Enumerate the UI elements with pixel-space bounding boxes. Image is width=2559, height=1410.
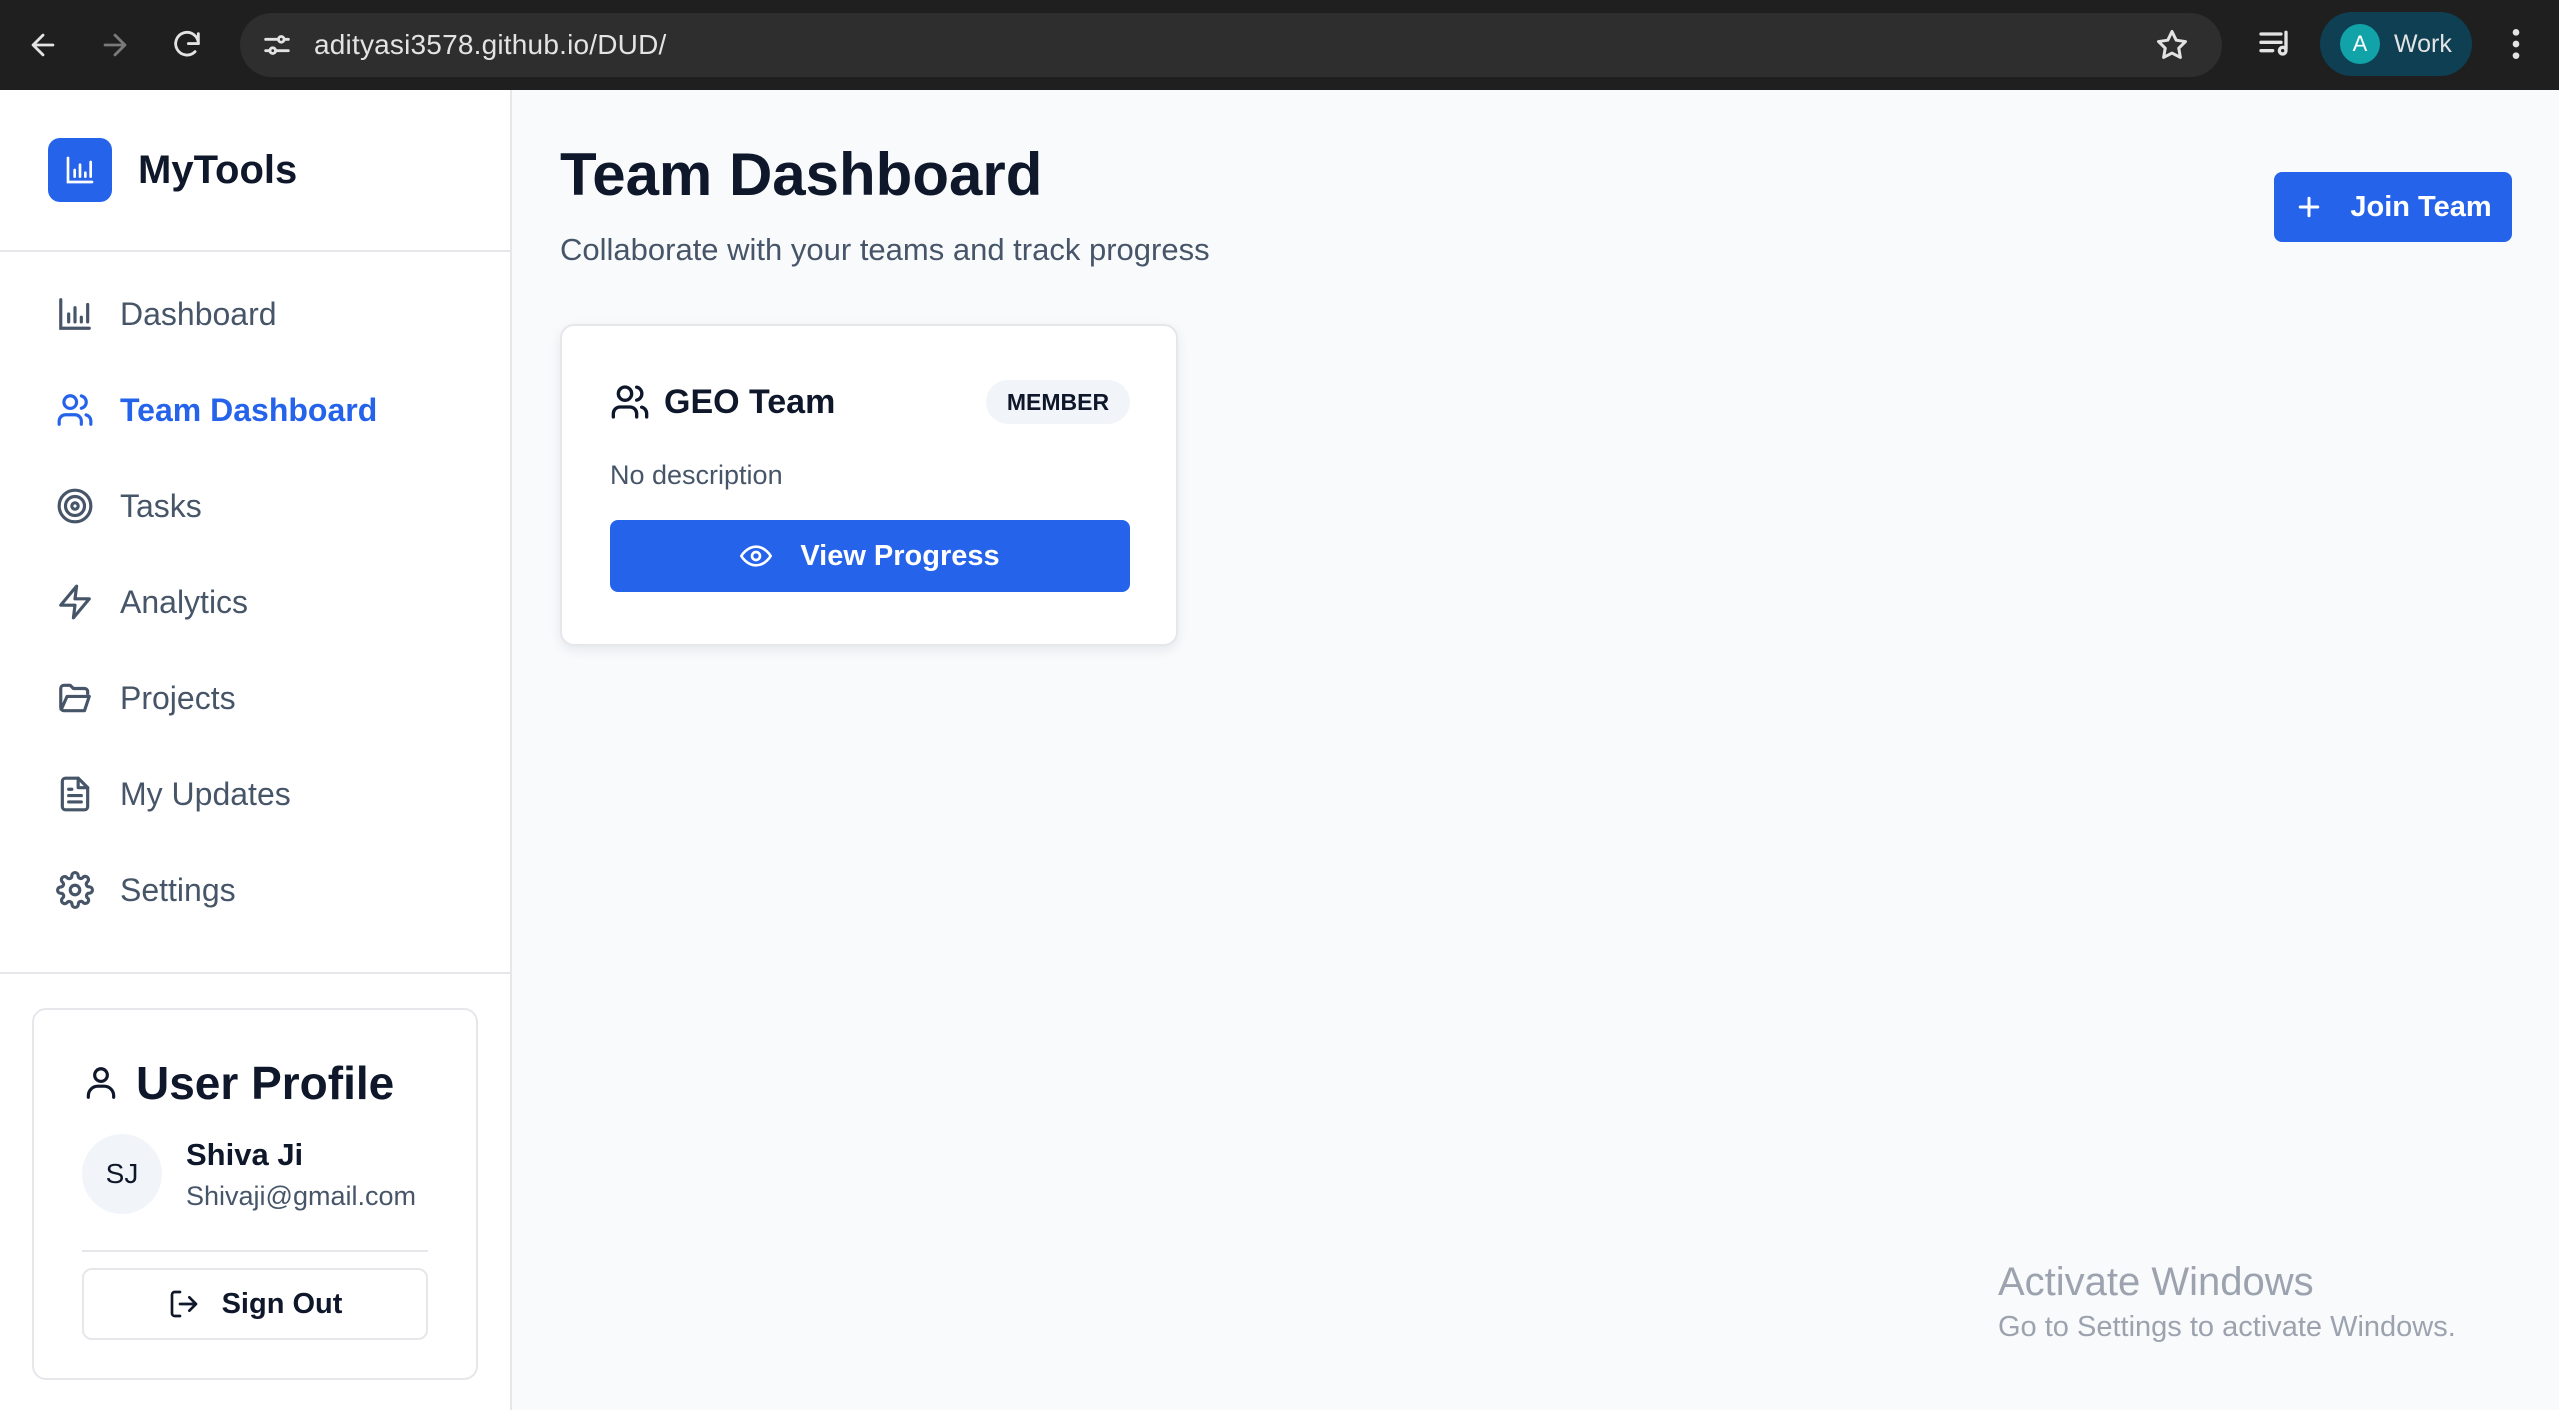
sidebar-item-label: Tasks	[120, 487, 202, 524]
zap-icon	[59, 584, 91, 620]
sidebar-item-label: Projects	[120, 679, 236, 716]
sidebar-item-analytics[interactable]: Analytics	[0, 554, 510, 650]
watermark-subtitle: Go to Settings to activate Windows.	[1998, 1311, 2456, 1343]
sidebar-item-team-dashboard[interactable]: Team Dashboard	[0, 362, 510, 458]
profile-label: Work	[2394, 29, 2452, 58]
sidebar-item-my-updates[interactable]: My Updates	[0, 746, 510, 842]
bookmark-star-icon[interactable]	[2154, 27, 2190, 63]
sign-out-button[interactable]: Sign Out	[82, 1268, 428, 1340]
users-icon	[57, 394, 93, 426]
main-content: Team Dashboard Collaborate with your tea…	[514, 90, 2559, 1410]
reload-button[interactable]	[158, 16, 216, 74]
file-text-icon	[60, 776, 90, 812]
forward-button[interactable]	[86, 16, 144, 74]
more-menu-icon[interactable]	[2496, 24, 2536, 64]
address-bar[interactable]: adityasi3578.github.io/DUD/	[240, 13, 2222, 77]
team-description: No description	[610, 460, 783, 490]
media-controls-icon[interactable]	[2256, 24, 2296, 64]
profile-card-title: User Profile	[136, 1057, 395, 1109]
site-settings-icon[interactable]	[260, 28, 294, 62]
team-card-header: GEO Team	[610, 382, 835, 422]
brand-name: MyTools	[138, 147, 298, 192]
log-out-icon	[170, 1290, 197, 1318]
view-progress-button[interactable]: View Progress	[610, 520, 1130, 592]
page-subtitle: Collaborate with your teams and track pr…	[560, 232, 1210, 267]
sidebar-divider	[0, 972, 510, 974]
activation-watermark: Activate Windows Go to Settings to activ…	[1998, 1260, 2456, 1344]
user-name: Shiva Ji	[186, 1136, 304, 1172]
sidebar-item-label: My Updates	[120, 775, 291, 812]
view-progress-label: View Progress	[800, 539, 1000, 572]
back-button[interactable]	[14, 16, 72, 74]
team-name: GEO Team	[664, 382, 836, 421]
folder-open-icon	[59, 683, 91, 713]
user-info: Shiva Ji Shivaji@gmail.com	[186, 1137, 416, 1212]
sidebar-item-dashboard[interactable]: Dashboard	[0, 266, 510, 362]
sign-out-label: Sign Out	[221, 1287, 343, 1320]
profile-button[interactable]: A Work	[2320, 12, 2472, 76]
target-icon	[57, 488, 93, 524]
sidebar-item-label: Team Dashboard	[120, 391, 378, 428]
users-icon	[611, 385, 649, 419]
sidebar-item-settings[interactable]: Settings	[0, 842, 510, 938]
brand[interactable]: MyTools	[0, 90, 510, 252]
profile-divider	[82, 1250, 428, 1252]
watermark-title: Activate Windows	[1998, 1260, 2314, 1304]
brand-logo	[48, 138, 112, 202]
sidebar: MyTools Dashboard Team Dashboard Tasks A…	[0, 90, 512, 1410]
arrow-right-icon	[103, 33, 127, 57]
user-icon	[86, 1067, 116, 1099]
page-title: Team Dashboard	[560, 141, 1043, 208]
plus-icon	[2299, 196, 2320, 218]
url-text[interactable]: adityasi3578.github.io/DUD/	[314, 29, 667, 61]
sidebar-nav: Dashboard Team Dashboard Tasks Analytics…	[0, 252, 510, 938]
role-badge: MEMBER	[986, 380, 1130, 424]
arrow-left-icon	[31, 33, 55, 57]
eye-icon	[740, 545, 773, 567]
user-profile-card: User Profile SJ Shiva Ji Shivaji@gmail.c…	[32, 1008, 478, 1380]
user-email: Shivaji@gmail.com	[186, 1180, 416, 1211]
join-team-button[interactable]: Join Team	[2274, 172, 2512, 242]
browser-toolbar: adityasi3578.github.io/DUD/ A Work	[0, 0, 2559, 90]
avatar: SJ	[82, 1134, 162, 1214]
team-card: GEO Team MEMBER No description View Prog…	[560, 324, 1178, 646]
sidebar-item-label: Settings	[120, 871, 236, 908]
profile-avatar: A	[2340, 24, 2380, 64]
sidebar-item-label: Analytics	[120, 583, 249, 620]
bar-chart-icon	[59, 298, 91, 330]
sidebar-item-label: Dashboard	[120, 295, 277, 332]
gear-icon	[56, 871, 94, 909]
user-row: SJ Shiva Ji Shivaji@gmail.com	[82, 1134, 416, 1214]
bar-chart-icon	[66, 156, 94, 184]
sidebar-item-tasks[interactable]: Tasks	[0, 458, 510, 554]
reload-icon	[174, 31, 200, 57]
profile-card-header: User Profile	[82, 1056, 394, 1110]
sidebar-item-projects[interactable]: Projects	[0, 650, 510, 746]
join-team-label: Join Team	[2350, 190, 2492, 223]
